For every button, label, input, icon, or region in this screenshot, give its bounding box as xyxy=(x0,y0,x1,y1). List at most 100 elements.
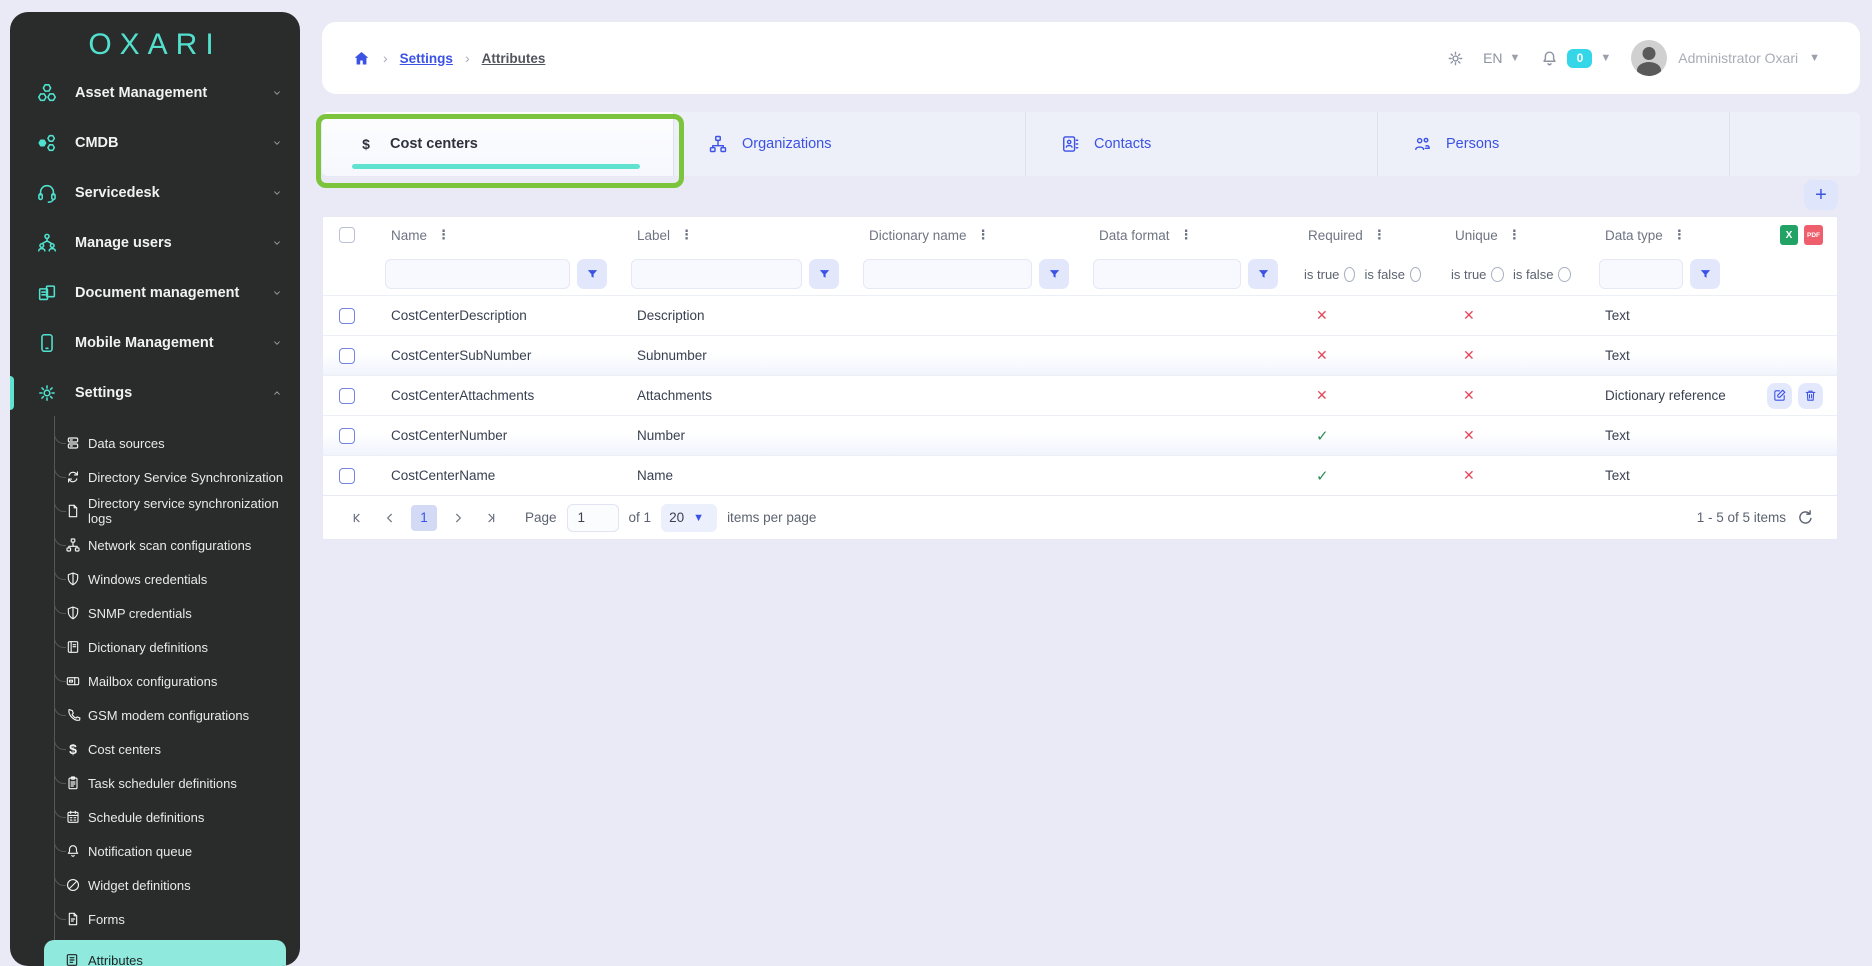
first-page-button[interactable] xyxy=(347,507,369,529)
cell-data-type: Text xyxy=(1585,428,1747,443)
prev-page-button[interactable] xyxy=(379,507,401,529)
unique-false-icon: ✕ xyxy=(1463,467,1475,483)
tab-persons[interactable]: Persons xyxy=(1378,112,1730,176)
filter-input-label[interactable] xyxy=(631,259,802,289)
table-row[interactable]: CostCenterNumberNumber✓✕Text xyxy=(323,415,1837,455)
filter-radio-true[interactable] xyxy=(1491,267,1504,282)
sidebar-subitem-label: Schedule definitions xyxy=(88,810,204,825)
table-row[interactable]: CostCenterAttachmentsAttachments✕✕Dictio… xyxy=(323,375,1837,415)
form-icon xyxy=(65,911,81,927)
filter-funnel-button[interactable] xyxy=(1248,259,1278,289)
column-menu-icon[interactable]: ⋮ xyxy=(1373,227,1386,243)
sidebar-item-settings[interactable]: Settings xyxy=(10,368,300,418)
sidebar-subitem-task-scheduler-definitions[interactable]: Task scheduler definitions xyxy=(10,766,300,800)
sidebar-item-manage-users[interactable]: Manage users xyxy=(10,218,300,268)
row-checkbox[interactable] xyxy=(339,348,355,364)
sidebar-subitem-windows-credentials[interactable]: Windows credentials xyxy=(10,562,300,596)
sidebar-subitem-snmp-credentials[interactable]: SNMP credentials xyxy=(10,596,300,630)
filter-radio-true[interactable] xyxy=(1344,267,1355,282)
column-menu-icon[interactable]: ⋮ xyxy=(1508,227,1521,243)
gear-icon[interactable] xyxy=(1446,49,1465,68)
column-header-unique: Unique xyxy=(1455,228,1498,243)
table-row[interactable]: CostCenterNameName✓✕Text xyxy=(323,455,1837,495)
home-icon[interactable] xyxy=(352,49,371,68)
sidebar-subitem-cost-centers[interactable]: $Cost centers xyxy=(10,732,300,766)
tab-contacts[interactable]: Contacts xyxy=(1026,112,1378,176)
notifications-dropdown[interactable]: 0 ▼ xyxy=(1540,49,1611,68)
filter-funnel-button[interactable] xyxy=(577,259,607,289)
sidebar-subitem-network-scan-configurations[interactable]: Network scan configurations xyxy=(10,528,300,562)
sidebar-item-cmdb[interactable]: CMDB xyxy=(10,118,300,168)
page-size-select[interactable]: 20 ▼ xyxy=(661,504,717,532)
column-menu-icon[interactable]: ⋮ xyxy=(437,227,450,243)
filter-input-dictionary-name[interactable] xyxy=(863,259,1032,289)
user-menu[interactable]: Administrator Oxari ▼ xyxy=(1631,40,1820,76)
chevron-down-icon xyxy=(270,136,284,150)
filter-radio-false[interactable] xyxy=(1558,267,1571,282)
sidebar-subitem-mailbox-configurations[interactable]: Mailbox configurations xyxy=(10,664,300,698)
sidebar-subitem-notification-queue[interactable]: Notification queue xyxy=(10,834,300,868)
sidebar-subitem-widget-definitions[interactable]: Widget definitions xyxy=(10,868,300,902)
page-number-input[interactable] xyxy=(567,504,619,532)
column-menu-icon[interactable]: ⋮ xyxy=(680,227,693,243)
required-false-icon: ✕ xyxy=(1316,307,1328,323)
edit-row-button[interactable] xyxy=(1767,383,1792,409)
sidebar-subitem-schedule-definitions[interactable]: Schedule definitions xyxy=(10,800,300,834)
filter-radio-false[interactable] xyxy=(1410,267,1421,282)
tab-label: Organizations xyxy=(742,136,831,152)
filter-funnel-button[interactable] xyxy=(809,259,839,289)
filter-input-data-format[interactable] xyxy=(1093,259,1241,289)
cell-unique: ✕ xyxy=(1435,467,1585,484)
current-page-button[interactable]: 1 xyxy=(411,505,437,531)
delete-row-button[interactable] xyxy=(1798,383,1823,409)
breadcrumb-separator: › xyxy=(465,50,470,66)
sidebar-subitem-label: Widget definitions xyxy=(88,878,191,893)
sidebar-subitem-gsm-modem-configurations[interactable]: GSM modem configurations xyxy=(10,698,300,732)
filter-funnel-button[interactable] xyxy=(1690,259,1720,289)
sidebar-subitem-label: GSM modem configurations xyxy=(88,708,249,723)
sidebar-item-label: Mobile Management xyxy=(75,335,214,351)
mobile-management-icon xyxy=(36,332,58,354)
breadcrumb-settings-link[interactable]: Settings xyxy=(400,51,453,66)
next-page-button[interactable] xyxy=(447,507,469,529)
filter-funnel-button[interactable] xyxy=(1039,259,1069,289)
sidebar-subitem-attributes[interactable]: Attributes xyxy=(44,940,286,966)
filter-input-data-type[interactable] xyxy=(1599,259,1683,289)
table-row[interactable]: CostCenterSubNumberSubnumber✕✕Text xyxy=(323,335,1837,375)
export-excel-icon[interactable]: X xyxy=(1780,225,1798,245)
sidebar-subitem-dictionary-definitions[interactable]: Dictionary definitions xyxy=(10,630,300,664)
cell-label: Attachments xyxy=(617,388,849,403)
column-menu-icon[interactable]: ⋮ xyxy=(1673,227,1686,243)
tab-organizations[interactable]: Organizations xyxy=(674,112,1026,176)
last-page-button[interactable] xyxy=(479,507,501,529)
export-pdf-icon[interactable]: PDF xyxy=(1804,225,1823,245)
filter-input-name[interactable] xyxy=(385,259,570,289)
sidebar-subitem-data-sources[interactable]: Data sources xyxy=(10,426,300,460)
cell-required: ✓ xyxy=(1288,467,1435,485)
sidebar-subitem-directory-service-synchronization-logs[interactable]: Directory service synchronization logs xyxy=(10,494,300,528)
tab-cost-centers[interactable]: $Cost centers xyxy=(322,112,674,176)
row-checkbox[interactable] xyxy=(339,388,355,404)
sidebar-item-document-management[interactable]: Document management xyxy=(10,268,300,318)
sidebar-item-mobile-management[interactable]: Mobile Management xyxy=(10,318,300,368)
sidebar-item-asset-management[interactable]: Asset Management xyxy=(10,68,300,118)
column-menu-icon[interactable]: ⋮ xyxy=(977,227,990,243)
filter-is-true-label: is true xyxy=(1304,267,1339,282)
refresh-icon[interactable] xyxy=(1796,508,1815,527)
row-checkbox[interactable] xyxy=(339,468,355,484)
language-selector[interactable]: EN ▼ xyxy=(1483,50,1520,66)
row-checkbox[interactable] xyxy=(339,308,355,324)
cell-name: CostCenterNumber xyxy=(371,428,617,443)
filter-is-false-label: is false xyxy=(1364,267,1404,282)
sidebar-item-servicedesk[interactable]: Servicedesk xyxy=(10,168,300,218)
row-checkbox[interactable] xyxy=(339,428,355,444)
add-attribute-button[interactable]: + xyxy=(1804,180,1838,210)
breadcrumb-attributes-link[interactable]: Attributes xyxy=(482,51,546,66)
column-menu-icon[interactable]: ⋮ xyxy=(1180,227,1193,243)
sidebar-subitem-directory-service-synchronization[interactable]: Directory Service Synchronization xyxy=(10,460,300,494)
tab-bar: $Cost centers Organizations ContactsPerson… xyxy=(322,112,1860,176)
sidebar-item-label: Asset Management xyxy=(75,85,207,101)
sidebar-subitem-forms[interactable]: Forms xyxy=(10,902,300,936)
table-row[interactable]: CostCenterDescriptionDescription✕✕Text xyxy=(323,295,1837,335)
select-all-checkbox[interactable] xyxy=(339,227,355,243)
